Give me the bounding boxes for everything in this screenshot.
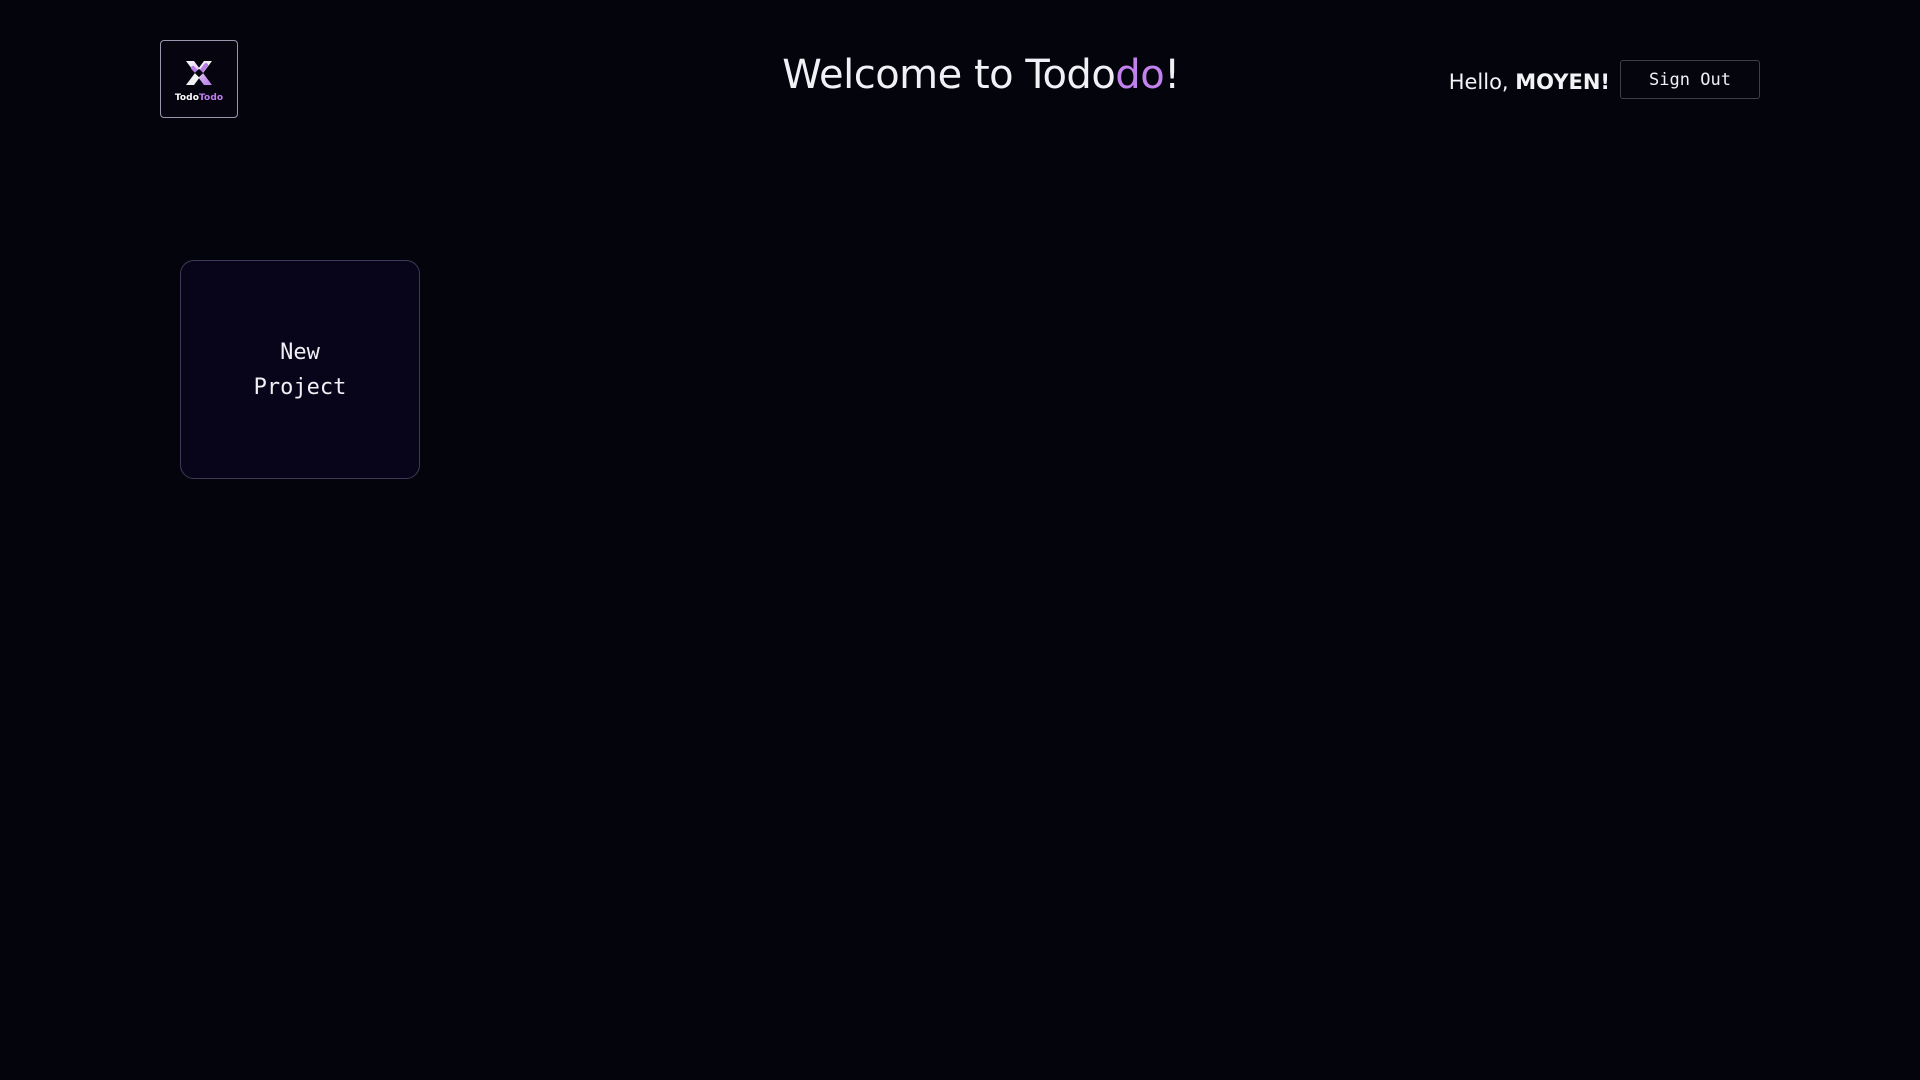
app-page: TodoTodo Welcome to Tododo! Hello, MOYEN… xyxy=(0,0,1920,1080)
title-accent: do xyxy=(1115,52,1165,98)
new-project-label: New Project xyxy=(253,339,347,400)
new-project-card[interactable]: New Project xyxy=(180,260,420,479)
greeting-suffix: ! xyxy=(1600,70,1610,94)
username-text: MOYEN xyxy=(1515,70,1601,94)
title-prefix: Welcome to Todo xyxy=(782,52,1116,98)
greeting-prefix: Hello, xyxy=(1448,70,1516,94)
user-greeting: Hello, MOYEN! xyxy=(1449,70,1610,94)
projects-grid: New Project xyxy=(180,260,420,479)
username: MOYEN! xyxy=(1515,70,1610,94)
sign-out-button[interactable]: Sign Out xyxy=(1620,60,1760,99)
title-suffix: ! xyxy=(1164,52,1180,98)
top-header: TodoTodo Welcome to Tododo! Hello, MOYEN… xyxy=(0,0,1920,160)
